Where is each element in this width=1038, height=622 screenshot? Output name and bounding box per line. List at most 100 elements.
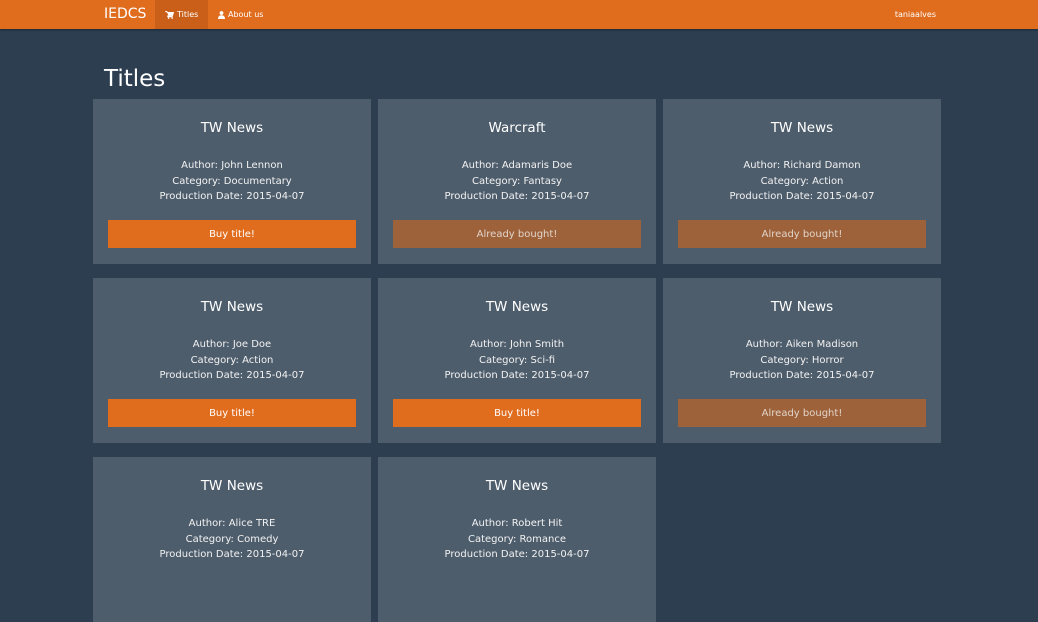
buy-title-button[interactable]: Buy title! [108,220,356,248]
title-production-date: Production Date: 2015-04-07 [93,547,371,563]
title-author-value: Aiken Madison [785,339,859,350]
buy-title-button[interactable]: Buy title! [108,399,356,427]
nav-item-about[interactable]: About us [208,0,273,29]
title-category-label: Category: [190,354,243,366]
title-card: TW News Author: Robert Hit Category: Roman… [378,457,656,622]
already-bought-button: Already bought! [678,399,926,427]
title-production-date: Production Date: 2015-04-07 [663,368,941,384]
title-author-label: Author: [743,160,784,171]
title-production-date-label: Production Date: [729,370,817,381]
title-details: Author: Joe Doe Category: Action Productio… [93,337,371,384]
title-production-date: Production Date: 2015-04-07 [93,368,371,384]
title-production-date: Production Date: 2015-04-07 [378,547,656,563]
title-details: Author: John Smith Category: Sci-fi Produc… [378,337,656,384]
title-production-date-label: Production Date: [444,549,532,560]
title-name: TW News [770,120,834,136]
title-author-label: Author: [471,518,512,529]
title-details: Author: Adamaris Doe Category: Fantasy Pro… [378,158,656,205]
title-production-date-label: Production Date: [159,370,247,381]
title-details: Author: John Lennon Category: Documentary… [93,158,371,205]
title-category: Category: Fantasy [378,174,656,190]
title-author-value: Joe Doe [232,339,272,350]
title-author: Author: Alice TRE [93,516,371,532]
title-category-value: Action [242,354,274,366]
title-category-label: Category: [478,354,531,366]
nav-item-titles[interactable]: Titles [155,0,209,29]
titles-grid: TW News Author: John Lennon Category: Docu… [93,99,941,622]
page-title: Titles [104,66,166,92]
title-details: Author: Richard Damon Category: Action Pro… [663,158,941,205]
title-production-date-value: 2015-04-07 [531,549,590,560]
title-card: TW News Author: Joe Doe Category: Action Pr… [93,278,371,443]
title-production-date-label: Production Date: [159,549,247,560]
title-production-date-value: 2015-04-07 [816,370,875,381]
title-name: TW News [485,299,549,315]
title-details: Author: Aiken Madison Category: Horror Pro… [663,337,941,384]
title-category-value: Horror [811,354,844,366]
title-author: Author: Richard Damon [663,158,941,174]
cart-icon [165,10,174,19]
title-card: TW News Author: Aiken Madison Category: Ho… [663,278,941,443]
title-category-label: Category: [468,533,520,545]
title-production-date-value: 2015-04-07 [246,191,305,202]
title-author-value: Richard Damon [783,160,861,171]
title-category: Category: Romance [378,532,656,548]
title-category-value: Comedy [237,533,279,545]
title-author-label: Author: [192,339,233,350]
title-category-label: Category: [172,175,224,187]
title-production-date-value: 2015-04-07 [816,191,875,202]
title-category-value: Romance [519,533,566,545]
title-author-label: Author: [745,339,786,350]
title-production-date-value: 2015-04-07 [531,370,590,381]
title-name: TW News [770,299,834,315]
title-author: Author: Robert Hit [378,516,656,532]
title-author-label: Author: [181,160,222,171]
title-category: Category: Comedy [93,532,371,548]
title-category: Category: Action [663,174,941,190]
user-menu[interactable]: taniaalves [895,0,936,29]
title-details: Author: Alice TRE Category: Comedy Product… [93,516,371,563]
title-category-value: Fantasy [523,175,562,187]
title-category-label: Category: [185,533,238,545]
title-author-value: John Smith [509,339,565,350]
title-author-label: Author: [469,339,510,350]
title-author-label: Author: [461,160,502,171]
title-category-label: Category: [760,175,813,187]
title-category-label: Category: [760,354,812,366]
buy-title-button[interactable]: Buy title! [393,399,641,427]
brand-link[interactable]: IEDCS [104,0,146,29]
nav-item-titles-label: Titles [177,10,199,19]
title-production-date-label: Production Date: [444,191,532,202]
title-category: Category: Sci-fi [378,353,656,369]
title-category-value: Action [812,175,844,187]
title-production-date: Production Date: 2015-04-07 [93,189,371,205]
title-name: Warcraft [488,120,546,136]
title-author: Author: Aiken Madison [663,337,941,353]
title-author-value: Alice TRE [228,518,276,529]
title-category-value: Documentary [223,175,292,187]
title-author: Author: John Lennon [93,158,371,174]
title-card: Warcraft Author: Adamaris Doe Category: Fa… [378,99,656,264]
title-production-date-label: Production Date: [444,370,532,381]
title-production-date-value: 2015-04-07 [531,191,590,202]
title-author-value: Robert Hit [511,518,563,529]
title-production-date-value: 2015-04-07 [246,370,305,381]
already-bought-button: Already bought! [393,220,641,248]
nav-item-about-label: About us [228,10,264,19]
title-name: TW News [200,299,264,315]
title-author: Author: John Smith [378,337,656,353]
title-author-value: John Lennon [221,160,283,171]
title-category-label: Category: [472,175,524,187]
title-author-value: Adamaris Doe [501,160,573,171]
title-production-date: Production Date: 2015-04-07 [378,368,656,384]
user-icon [218,10,225,19]
title-category: Category: Horror [663,353,941,369]
title-production-date-label: Production Date: [729,191,817,202]
top-navbar: IEDCS Titles About us taniaalves [0,0,1038,29]
title-category: Category: Documentary [93,174,371,190]
title-production-date: Production Date: 2015-04-07 [663,189,941,205]
title-category-value: Sci-fi [530,354,556,366]
title-name: TW News [200,478,264,494]
title-name: TW News [200,120,264,136]
title-author-label: Author: [188,518,229,529]
